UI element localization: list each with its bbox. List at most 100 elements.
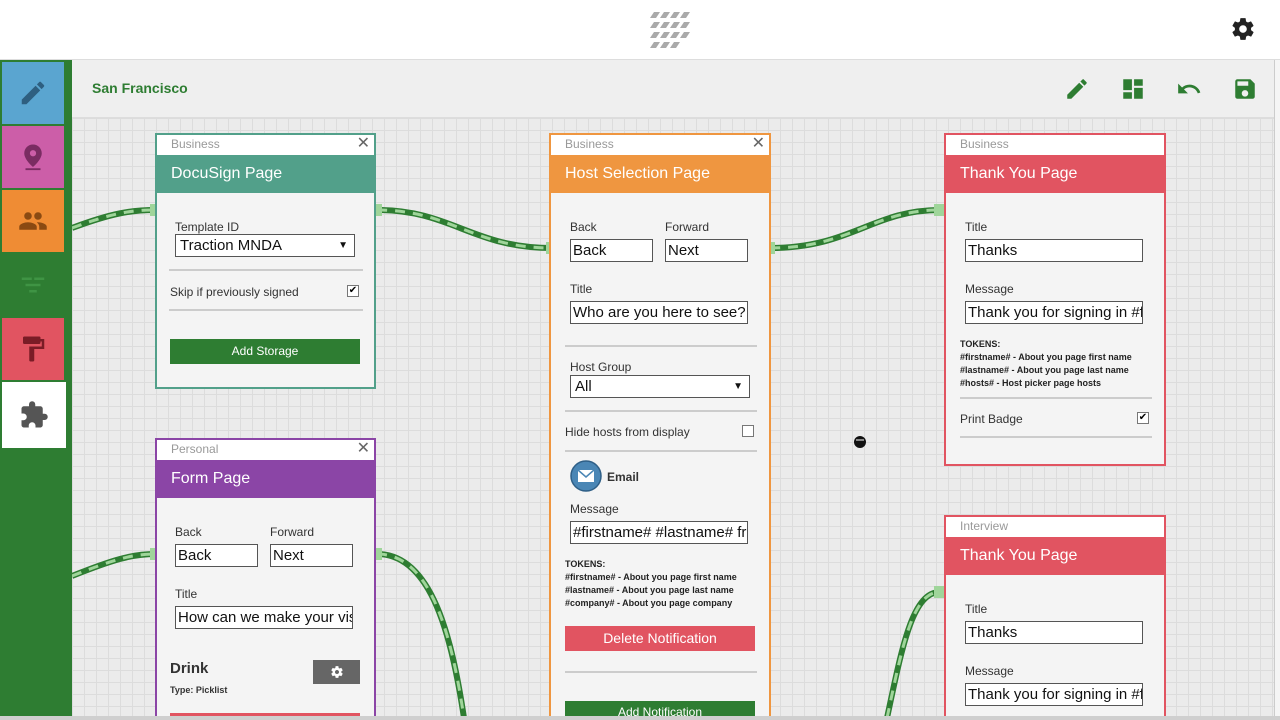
pencil-icon[interactable] bbox=[1064, 76, 1090, 102]
host-group-label: Host Group bbox=[570, 360, 632, 374]
back-label: Back bbox=[175, 525, 202, 539]
card-category: Business bbox=[171, 137, 220, 151]
email-label: Email bbox=[607, 470, 640, 484]
card-category: Interview bbox=[960, 519, 1009, 533]
flow-icon bbox=[21, 277, 45, 293]
card-title: Host Selection Page bbox=[551, 155, 769, 193]
toolbar: San Francisco bbox=[72, 60, 1274, 118]
divider bbox=[565, 410, 757, 412]
back-input[interactable]: Back bbox=[570, 239, 653, 262]
divider bbox=[565, 450, 757, 452]
close-icon[interactable]: ✕ bbox=[357, 440, 370, 458]
divider bbox=[169, 309, 363, 311]
card-thank-you-interview[interactable]: Interview Thank You Page Title Thanks Me… bbox=[944, 515, 1166, 716]
grab-cursor-icon bbox=[854, 436, 866, 448]
top-bar bbox=[0, 0, 1280, 60]
divider bbox=[565, 671, 757, 673]
message-input[interactable]: Thank you for signing in #firstname# bbox=[965, 683, 1143, 706]
title-input[interactable]: Thanks bbox=[965, 621, 1143, 644]
gear-icon bbox=[330, 666, 343, 678]
card-category: Personal bbox=[171, 442, 219, 456]
template-id-value: Traction MNDA bbox=[180, 237, 282, 254]
message-input[interactable]: #firstname# #lastname# from bbox=[570, 521, 748, 544]
tokens-list: TOKENS: #firstname# - About you page fir… bbox=[565, 558, 737, 610]
message-input[interactable]: Thank you for signing in #firstname# bbox=[965, 301, 1143, 324]
template-id-select[interactable]: Traction MNDA ▼ bbox=[175, 234, 355, 257]
template-id-label: Template ID bbox=[175, 220, 240, 234]
sidebar-tab-flow[interactable] bbox=[2, 254, 64, 316]
tokens-heading: TOKENS: bbox=[565, 559, 606, 569]
divider bbox=[960, 397, 1152, 399]
scrollbar[interactable] bbox=[1274, 60, 1280, 720]
window-bottom-edge bbox=[0, 716, 1280, 720]
field-settings-button[interactable] bbox=[313, 660, 360, 684]
back-label: Back bbox=[570, 220, 597, 234]
skip-signed-checkbox[interactable]: ✔ bbox=[347, 285, 359, 297]
caret-down-icon: ▼ bbox=[733, 381, 743, 392]
card-title: DocuSign Page bbox=[157, 155, 374, 193]
divider bbox=[565, 345, 757, 347]
hide-hosts-label: Hide hosts from display bbox=[565, 425, 690, 439]
map-pin-icon bbox=[24, 144, 42, 171]
divider bbox=[960, 436, 1152, 438]
close-icon[interactable]: ✕ bbox=[357, 135, 370, 153]
email-icon bbox=[570, 460, 602, 492]
close-icon[interactable]: ✕ bbox=[752, 135, 765, 153]
print-badge-label: Print Badge bbox=[960, 412, 1023, 426]
title-input[interactable]: Thanks bbox=[965, 239, 1143, 262]
tokens-list: TOKENS: #firstname# - About you page fir… bbox=[960, 338, 1132, 390]
token-item: #lastname# - About you page last name bbox=[960, 365, 1129, 375]
field-type: Type: Picklist bbox=[170, 685, 228, 695]
message-label: Message bbox=[965, 664, 1014, 678]
host-group-value: All bbox=[575, 378, 592, 395]
pencil-icon bbox=[21, 81, 45, 105]
token-item: #hosts# - Host picker page hosts bbox=[960, 378, 1102, 388]
flow-canvas[interactable]: Business ✕ DocuSign Page Template ID Trac… bbox=[72, 118, 1274, 716]
sidebar-tab-paint[interactable] bbox=[2, 318, 64, 380]
forward-input[interactable]: Next bbox=[270, 544, 353, 567]
sidebar bbox=[0, 60, 72, 720]
sidebar-tab-edit[interactable] bbox=[2, 62, 64, 124]
card-title: Form Page bbox=[157, 460, 374, 498]
card-title: Thank You Page bbox=[946, 537, 1164, 575]
delete-notification-button[interactable]: Delete Notification bbox=[565, 626, 755, 651]
hide-hosts-checkbox[interactable] bbox=[742, 425, 754, 437]
forward-label: Forward bbox=[270, 525, 315, 539]
token-item: #company# - About you page company bbox=[565, 598, 733, 608]
title-input[interactable]: How can we make your visit bbox=[175, 606, 353, 629]
people-icon bbox=[19, 212, 47, 230]
back-input[interactable]: Back bbox=[175, 544, 258, 567]
message-label: Message bbox=[570, 502, 619, 516]
app-logo bbox=[650, 12, 690, 48]
title-label: Title bbox=[965, 602, 988, 616]
add-notification-button[interactable]: Add Notification bbox=[565, 701, 755, 716]
print-badge-checkbox[interactable]: ✔ bbox=[1137, 412, 1149, 424]
card-host-selection[interactable]: Business ✕ Host Selection Page Back Back … bbox=[549, 133, 771, 716]
message-label: Message bbox=[965, 282, 1014, 296]
skip-signed-label: Skip if previously signed bbox=[170, 285, 299, 299]
card-form-page[interactable]: Personal ✕ Form Page Back Back Forward Ne… bbox=[155, 438, 376, 716]
forward-input[interactable]: Next bbox=[665, 239, 748, 262]
add-storage-button[interactable]: Add Storage bbox=[170, 339, 360, 364]
sidebar-tab-plugins[interactable] bbox=[2, 382, 66, 448]
card-category: Business bbox=[565, 137, 614, 151]
host-group-select[interactable]: All ▼ bbox=[570, 375, 750, 398]
save-icon[interactable] bbox=[1232, 76, 1258, 102]
paint-roller-icon bbox=[23, 336, 45, 362]
gear-icon[interactable] bbox=[1230, 16, 1256, 42]
sidebar-tab-location[interactable] bbox=[2, 126, 64, 188]
undo-icon[interactable] bbox=[1176, 76, 1202, 102]
title-input[interactable]: Who are you here to see? bbox=[570, 301, 748, 324]
token-item: #lastname# - About you page last name bbox=[565, 585, 734, 595]
card-docusign[interactable]: Business ✕ DocuSign Page Template ID Trac… bbox=[155, 133, 376, 389]
token-item: #firstname# - About you page first name bbox=[565, 572, 737, 582]
title-label: Title bbox=[175, 587, 198, 601]
title-label: Title bbox=[965, 220, 988, 234]
location-title: San Francisco bbox=[92, 80, 188, 96]
dashboard-icon[interactable] bbox=[1120, 76, 1146, 102]
sidebar-tab-people[interactable] bbox=[2, 190, 64, 252]
card-title: Thank You Page bbox=[946, 155, 1164, 193]
card-category: Business bbox=[960, 137, 1009, 151]
card-thank-you-business[interactable]: Business Thank You Page Title Thanks Mes… bbox=[944, 133, 1166, 466]
field-name: Drink bbox=[170, 660, 209, 677]
